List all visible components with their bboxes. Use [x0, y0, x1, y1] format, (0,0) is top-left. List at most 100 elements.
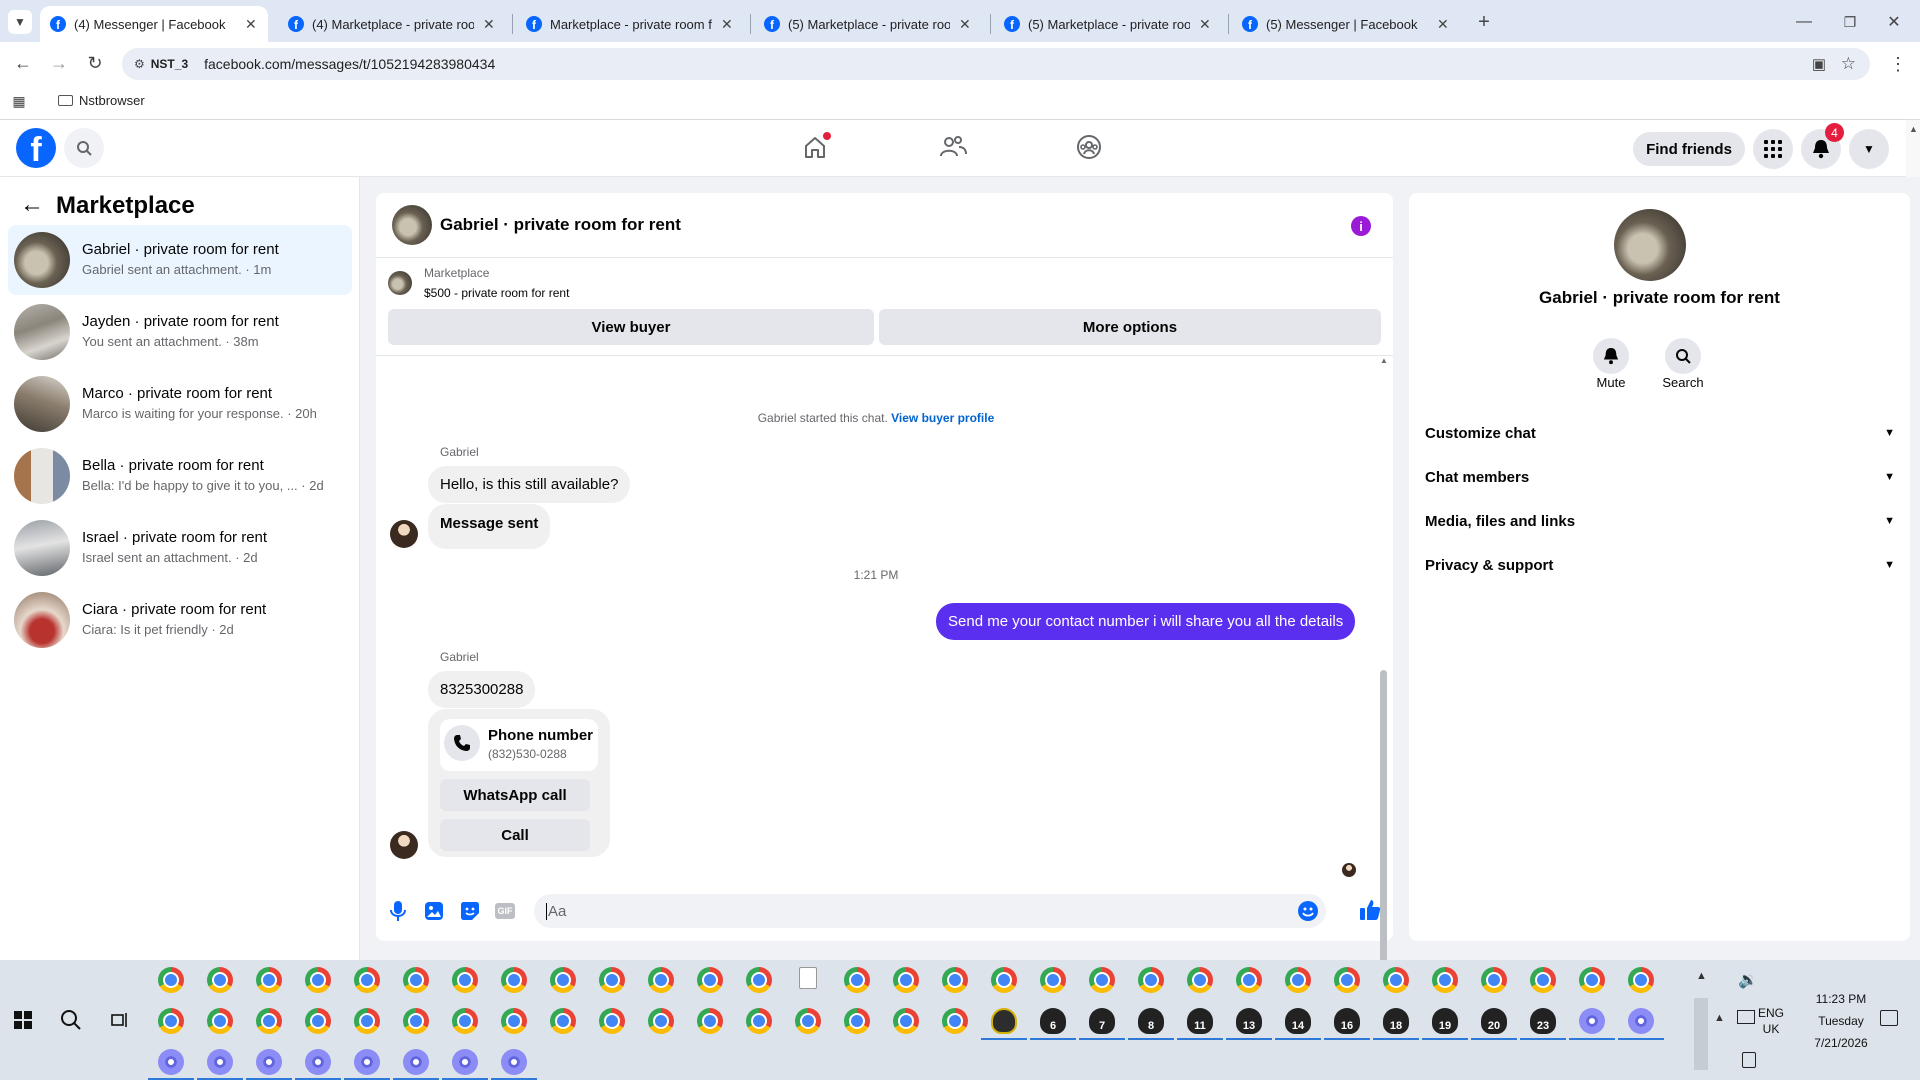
- chrome-icon[interactable]: [893, 967, 919, 993]
- tab-marketplace-2[interactable]: f Marketplace - private room for rent ✕: [516, 6, 744, 42]
- browser-icon[interactable]: [501, 1049, 527, 1075]
- chrome-icon[interactable]: [648, 967, 674, 993]
- groups-nav-icon[interactable]: [1076, 134, 1102, 160]
- clock[interactable]: 11:23 PM Tuesday 7/21/2026: [1796, 988, 1886, 1054]
- chrome-icon[interactable]: [844, 1008, 870, 1034]
- tab-messenger-2[interactable]: f (5) Messenger | Facebook ✕: [1232, 6, 1460, 42]
- numbered-app-icon[interactable]: 6: [1040, 1008, 1066, 1034]
- tray-overflow-icon[interactable]: ▲: [1696, 970, 1707, 982]
- numbered-app-icon[interactable]: 7: [1089, 1008, 1115, 1034]
- scroll-up-arrow-icon[interactable]: ▲: [1380, 356, 1388, 365]
- network-icon[interactable]: [1737, 1010, 1755, 1024]
- call-button[interactable]: Call: [440, 819, 590, 851]
- chrome-icon[interactable]: [207, 1008, 233, 1034]
- chrome-icon[interactable]: [1334, 967, 1360, 993]
- privacy-support-row[interactable]: Privacy & support ▼: [1425, 543, 1895, 587]
- restore-window-button[interactable]: ❐: [1836, 8, 1864, 36]
- minimize-window-button[interactable]: —: [1790, 8, 1818, 36]
- chrome-icon[interactable]: [599, 967, 625, 993]
- whatsapp-call-button[interactable]: WhatsApp call: [440, 779, 590, 811]
- tray-chevron-icon[interactable]: ▲: [1714, 1012, 1725, 1024]
- numbered-app-icon[interactable]: 11: [1187, 1008, 1213, 1034]
- file-icon[interactable]: [799, 967, 817, 989]
- volume-icon[interactable]: 🔉: [1738, 970, 1758, 990]
- chrome-icon[interactable]: [305, 1008, 331, 1034]
- conversation-item-israel[interactable]: Israel · private room for rent Israel sen…: [8, 513, 352, 583]
- chat-scrollbar[interactable]: ▲ ▼: [1377, 356, 1389, 1066]
- browser-icon[interactable]: [256, 1049, 282, 1075]
- facebook-logo-icon[interactable]: f: [16, 128, 56, 168]
- chrome-icon[interactable]: [1138, 967, 1164, 993]
- chrome-icon[interactable]: [844, 967, 870, 993]
- media-files-links-row[interactable]: Media, files and links ▼: [1425, 499, 1895, 543]
- conversation-item-jayden[interactable]: Jayden · private room for rent You sent a…: [8, 297, 352, 367]
- message-bubble[interactable]: 8325300288: [428, 671, 536, 708]
- language-indicator[interactable]: ENG UK: [1758, 1005, 1784, 1037]
- sticker-icon[interactable]: [460, 901, 480, 921]
- close-tab-icon[interactable]: ✕: [958, 16, 972, 33]
- apps-grid-icon[interactable]: ▦: [8, 90, 30, 112]
- scroll-up-arrow-icon[interactable]: ▲: [1909, 124, 1918, 134]
- address-bar[interactable]: ⚙ NST_3 facebook.com/messages/t/10521942…: [122, 48, 1870, 80]
- windows-start-icon[interactable]: [14, 1011, 32, 1029]
- chrome-icon[interactable]: [501, 967, 527, 993]
- conversation-item-bella[interactable]: Bella · private room for rent Bella: I'd …: [8, 441, 352, 511]
- more-options-button[interactable]: More options: [879, 309, 1381, 345]
- url-text[interactable]: facebook.com/messages/t/1052194283980434: [204, 56, 495, 72]
- chrome-icon[interactable]: [795, 1008, 821, 1034]
- chrome-icon[interactable]: [403, 1008, 429, 1034]
- numbered-app-icon[interactable]: 13: [1236, 1008, 1262, 1034]
- tab-messenger-active[interactable]: f (4) Messenger | Facebook ✕: [40, 6, 268, 42]
- chrome-icon[interactable]: [1236, 967, 1262, 993]
- close-tab-icon[interactable]: ✕: [1198, 16, 1212, 33]
- chrome-icon[interactable]: [550, 967, 576, 993]
- listing-thumbnail[interactable]: [388, 271, 412, 295]
- chrome-icon[interactable]: [305, 967, 331, 993]
- chrome-icon[interactable]: [1187, 967, 1213, 993]
- chat-members-row[interactable]: Chat members ▼: [1425, 455, 1895, 499]
- chrome-icon[interactable]: [599, 1008, 625, 1034]
- bookmark-folder[interactable]: Nstbrowser: [58, 93, 145, 108]
- search-button[interactable]: [64, 128, 104, 168]
- chrome-icon[interactable]: [1285, 967, 1311, 993]
- message-input[interactable]: Aa: [534, 894, 1326, 928]
- account-menu-button[interactable]: ▼: [1849, 129, 1889, 169]
- thumbs-up-icon[interactable]: [1359, 899, 1381, 921]
- back-arrow-icon[interactable]: ←: [20, 191, 44, 219]
- menu-grid-button[interactable]: [1753, 129, 1793, 169]
- chrome-icon[interactable]: [452, 1008, 478, 1034]
- my-message-bubble[interactable]: Send me your contact number i will share…: [936, 603, 1356, 640]
- browser-icon[interactable]: [1628, 1008, 1654, 1034]
- conversation-item-ciara[interactable]: Ciara · private room for rent Ciara: Is i…: [8, 585, 352, 655]
- new-tab-button[interactable]: +: [1470, 8, 1498, 36]
- close-tab-icon[interactable]: ✕: [482, 16, 496, 33]
- meet-now-icon[interactable]: [1742, 1052, 1756, 1068]
- chrome-icon[interactable]: [746, 1008, 772, 1034]
- chrome-icon[interactable]: [697, 967, 723, 993]
- site-info-icon[interactable]: ⚙: [134, 57, 145, 71]
- chrome-icon[interactable]: [256, 967, 282, 993]
- taskbar-scrollbar[interactable]: [1694, 998, 1708, 1070]
- chrome-icon[interactable]: [354, 1008, 380, 1034]
- numbered-app-icon[interactable]: 16: [1334, 1008, 1360, 1034]
- profile-name[interactable]: Gabriel · private room for rent: [1409, 288, 1910, 308]
- chrome-icon[interactable]: [501, 1008, 527, 1034]
- emoji-icon[interactable]: [1298, 901, 1318, 921]
- bookmark-star-icon[interactable]: ☆: [1841, 54, 1856, 74]
- chrome-icon[interactable]: [746, 967, 772, 993]
- chrome-icon[interactable]: [1481, 967, 1507, 993]
- microphone-icon[interactable]: [388, 899, 408, 923]
- close-tab-icon[interactable]: ✕: [244, 16, 258, 33]
- numbered-app-icon[interactable]: 14: [1285, 1008, 1311, 1034]
- chrome-icon[interactable]: [158, 1008, 184, 1034]
- tab-marketplace-3[interactable]: f (5) Marketplace - private room for ren…: [754, 6, 982, 42]
- numbered-app-icon[interactable]: 20: [1481, 1008, 1507, 1034]
- browser-icon[interactable]: [403, 1049, 429, 1075]
- chrome-icon[interactable]: [158, 967, 184, 993]
- chrome-icon[interactable]: [991, 967, 1017, 993]
- chrome-icon[interactable]: [256, 1008, 282, 1034]
- chrome-icon[interactable]: [893, 1008, 919, 1034]
- friends-nav-icon[interactable]: [939, 134, 967, 160]
- view-buyer-button[interactable]: View buyer: [388, 309, 874, 345]
- close-tab-icon[interactable]: ✕: [720, 16, 734, 33]
